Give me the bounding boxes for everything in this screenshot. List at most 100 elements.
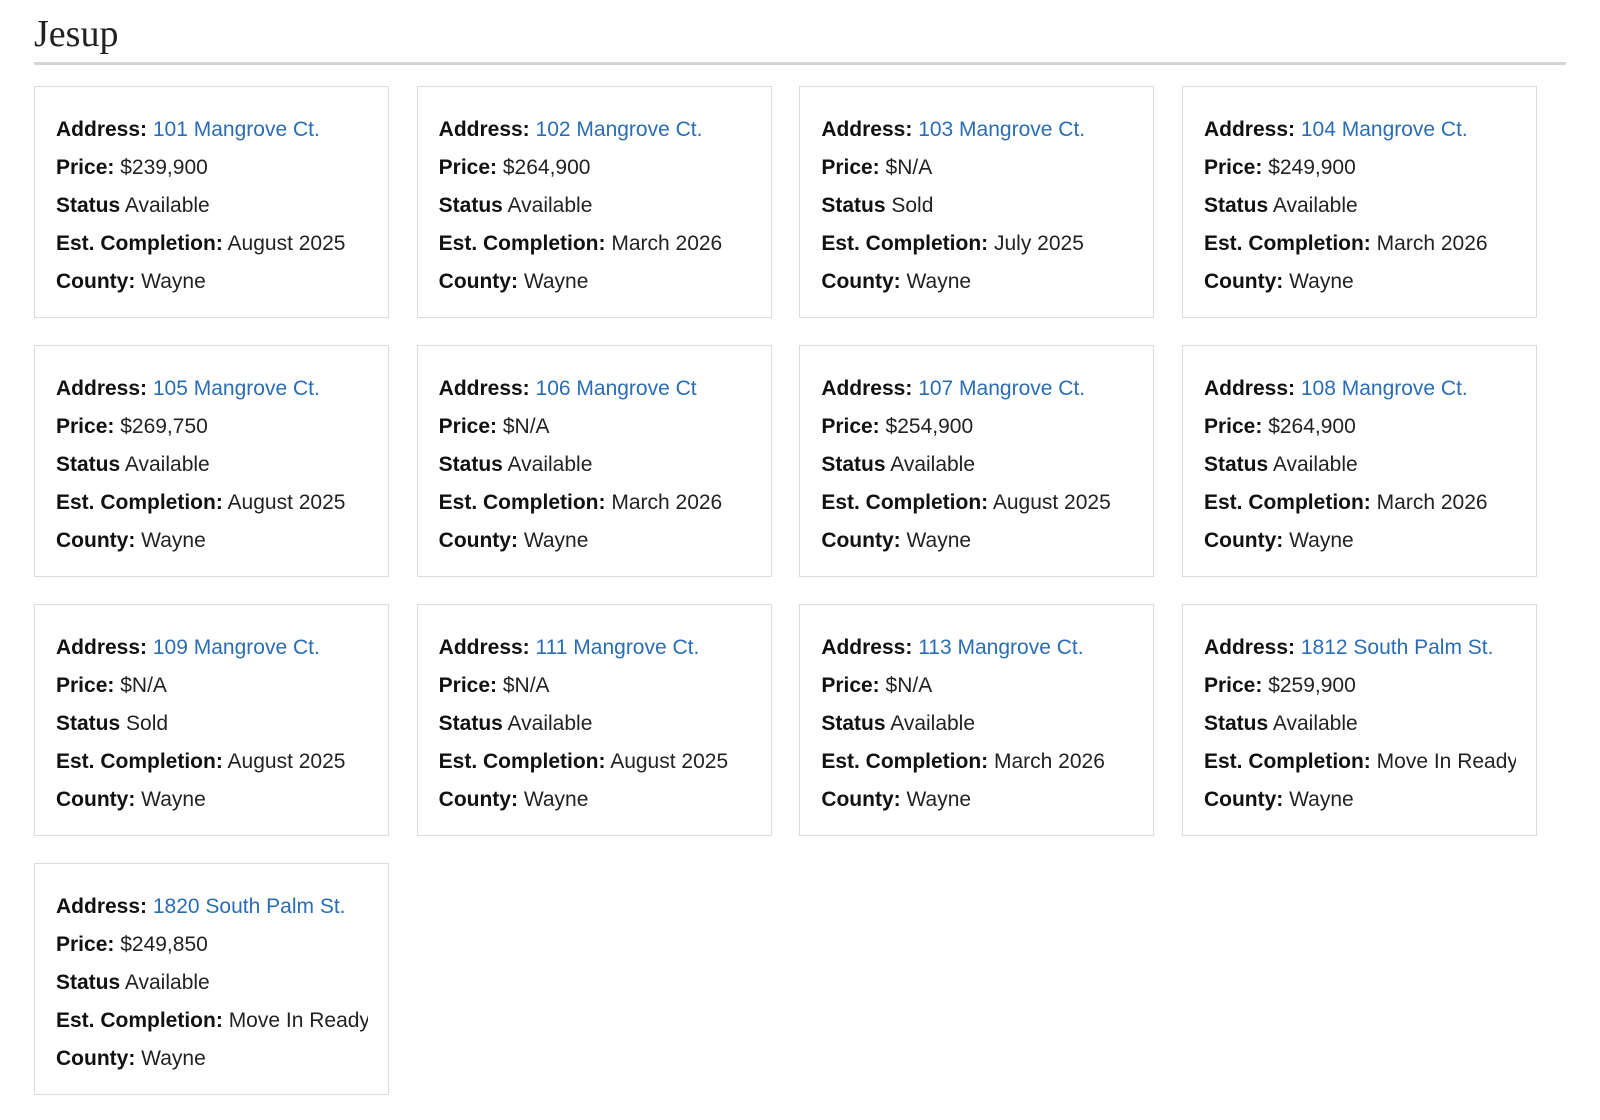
address-label: Address:: [56, 635, 148, 659]
listing-card: Address: 105 Mangrove Ct. Price: $269,750…: [34, 344, 389, 577]
status-value: Available: [507, 193, 593, 217]
price-value: $249,900: [1268, 155, 1356, 179]
status-value: Available: [890, 711, 976, 735]
status-row: Status Sold: [821, 187, 1133, 225]
price-label: Price:: [438, 673, 498, 697]
price-label: Price:: [56, 414, 115, 438]
county-value: Wayne: [1289, 528, 1354, 552]
address-link[interactable]: 1820 South Palm St.: [153, 895, 346, 918]
completion-value: March 2026: [1376, 231, 1488, 255]
status-value: Available: [124, 970, 210, 994]
price-value: $264,900: [502, 155, 591, 179]
completion-value: August 2025: [227, 490, 346, 514]
address-label: Address:: [1203, 376, 1295, 400]
completion-row: Est. Completion: July 2025: [821, 225, 1133, 263]
county-value: Wayne: [141, 269, 206, 293]
price-value: $259,900: [1268, 673, 1356, 697]
completion-value: August 2025: [227, 231, 346, 255]
county-value: Wayne: [1289, 269, 1354, 293]
section-title: Jesup: [34, 13, 1566, 65]
completion-row: Est. Completion: March 2026: [439, 484, 751, 522]
status-row: Status Available: [821, 446, 1133, 484]
completion-label: Est. Completion:: [438, 231, 606, 255]
listing-card: Address: 101 Mangrove Ct. Price: $239,900…: [34, 85, 389, 318]
price-value: $269,750: [120, 414, 208, 438]
completion-value: March 2026: [1376, 490, 1488, 514]
completion-value: August 2025: [227, 749, 346, 773]
address-link[interactable]: 111 Mangrove Ct.: [536, 636, 700, 659]
county-row: County: Wayne: [439, 781, 751, 819]
address-link[interactable]: 106 Mangrove Ct: [536, 377, 697, 400]
address-row: Address: 111 Mangrove Ct.: [439, 629, 751, 667]
status-row: Status Available: [439, 187, 751, 225]
price-label: Price:: [821, 155, 880, 179]
status-label: Status: [1203, 193, 1269, 217]
county-value: Wayne: [523, 787, 589, 811]
address-row: Address: 109 Mangrove Ct.: [56, 629, 368, 667]
address-link[interactable]: 105 Mangrove Ct.: [153, 377, 320, 400]
listing-card: Address: 106 Mangrove Ct Price: $N/A Statu…: [416, 344, 772, 577]
listing-card: Address: 108 Mangrove Ct. Price: $264,900…: [1181, 344, 1537, 577]
county-row: County: Wayne: [56, 781, 368, 819]
completion-label: Est. Completion:: [1203, 231, 1371, 255]
address-link[interactable]: 113 Mangrove Ct.: [918, 636, 1083, 659]
status-row: Status Available: [56, 964, 368, 1002]
completion-row: Est. Completion: Move In Ready: [56, 1002, 368, 1040]
listing-card: Address: 107 Mangrove Ct. Price: $254,900…: [799, 344, 1155, 577]
address-link[interactable]: 1812 South Palm St.: [1301, 636, 1494, 659]
address-row: Address: 101 Mangrove Ct.: [56, 111, 368, 149]
address-link[interactable]: 108 Mangrove Ct.: [1301, 377, 1468, 400]
price-row: Price: $N/A: [439, 667, 751, 705]
status-row: Status Available: [821, 705, 1133, 743]
completion-label: Est. Completion:: [1203, 490, 1371, 514]
status-row: Status Available: [56, 446, 368, 484]
address-link[interactable]: 107 Mangrove Ct.: [918, 377, 1085, 400]
price-label: Price:: [1203, 414, 1263, 438]
price-label: Price:: [821, 673, 880, 697]
price-row: Price: $N/A: [56, 667, 368, 705]
listing-card: Address: 113 Mangrove Ct. Price: $N/A Stat…: [799, 603, 1155, 836]
price-row: Price: $249,850: [56, 926, 368, 964]
county-value: Wayne: [141, 528, 206, 552]
listing-card: Address: 103 Mangrove Ct. Price: $N/A Stat…: [799, 85, 1155, 318]
status-row: Status Available: [439, 446, 751, 484]
listing-card: Address: 109 Mangrove Ct. Price: $N/A Stat…: [34, 603, 389, 836]
address-link[interactable]: 102 Mangrove Ct.: [536, 118, 703, 141]
price-row: Price: $264,900: [439, 149, 751, 187]
county-row: County: Wayne: [439, 263, 751, 301]
price-label: Price:: [1203, 155, 1263, 179]
completion-row: Est. Completion: August 2025: [439, 743, 751, 781]
status-label: Status: [56, 970, 121, 994]
listing-card: Address: 102 Mangrove Ct. Price: $264,900…: [416, 85, 772, 318]
county-label: County:: [438, 269, 518, 293]
completion-row: Est. Completion: March 2026: [821, 743, 1133, 781]
status-value: Available: [1272, 452, 1358, 476]
address-link[interactable]: 104 Mangrove Ct.: [1301, 118, 1468, 141]
county-row: County: Wayne: [56, 1040, 368, 1078]
status-value: Sold: [891, 193, 934, 217]
price-value: $254,900: [885, 414, 974, 438]
status-value: Available: [1272, 193, 1358, 217]
status-label: Status: [56, 711, 121, 735]
county-value: Wayne: [906, 528, 972, 552]
listing-card: Address: 1812 South Palm St. Price: $259,…: [1181, 603, 1537, 836]
address-link[interactable]: 103 Mangrove Ct.: [918, 118, 1085, 141]
price-value: $264,900: [1268, 414, 1356, 438]
address-label: Address:: [438, 117, 530, 141]
completion-label: Est. Completion:: [821, 490, 989, 514]
county-row: County: Wayne: [1204, 263, 1516, 301]
price-label: Price:: [1203, 673, 1263, 697]
status-label: Status: [438, 193, 503, 217]
address-row: Address: 107 Mangrove Ct.: [821, 370, 1133, 408]
price-row: Price: $N/A: [821, 149, 1133, 187]
completion-value: July 2025: [994, 231, 1084, 255]
address-link[interactable]: 101 Mangrove Ct.: [153, 118, 320, 141]
address-label: Address:: [56, 117, 148, 141]
completion-row: Est. Completion: March 2026: [1204, 225, 1516, 263]
county-value: Wayne: [906, 787, 972, 811]
address-link[interactable]: 109 Mangrove Ct.: [153, 636, 320, 659]
county-value: Wayne: [1289, 787, 1354, 811]
status-value: Available: [507, 452, 593, 476]
completion-value: March 2026: [611, 231, 723, 255]
status-row: Status Available: [1204, 705, 1516, 743]
